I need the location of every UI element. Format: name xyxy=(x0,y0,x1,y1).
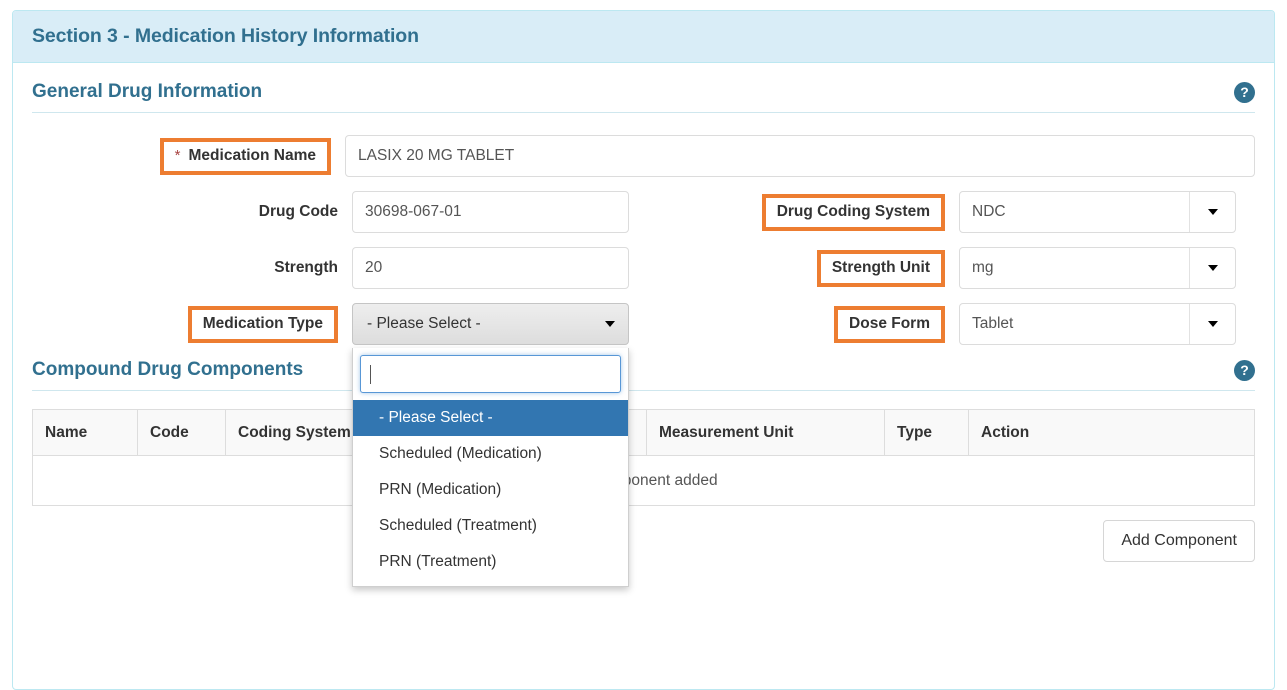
chevron-down-icon-medication-type xyxy=(605,321,615,327)
table-body: No component added xyxy=(33,456,1255,506)
medication-type-search-input[interactable] xyxy=(360,355,621,393)
drug-coding-system-value: NDC xyxy=(960,192,1189,232)
label-cell-strength-unit: Strength Unit xyxy=(629,247,959,289)
label-drug-code: Drug Code xyxy=(259,203,338,221)
dropdown-option-scheduled-medication[interactable]: Scheduled (Medication) xyxy=(353,436,628,472)
medication-type-value: - Please Select - xyxy=(367,315,481,333)
add-component-button[interactable]: Add Component xyxy=(1103,520,1255,562)
control-cell-medication-name: LASIX 20 MG TABLET xyxy=(345,135,1255,177)
highlight-box-medication-type: Medication Type xyxy=(188,306,338,343)
form-row-medication-name: * Medication Name LASIX 20 MG TABLET xyxy=(32,135,1255,177)
control-cell-dose-form: Tablet xyxy=(959,303,1236,345)
dropdown-option-prn-medication[interactable]: PRN (Medication) xyxy=(353,472,628,508)
column-header-type: Type xyxy=(885,410,969,456)
control-cell-medication-type: - Please Select - - Please Select - Sche… xyxy=(352,303,629,345)
dropdown-option-prn-treatment[interactable]: PRN (Treatment) xyxy=(353,544,628,580)
label-cell-dose-form: Dose Form xyxy=(629,303,959,345)
table-row-empty: No component added xyxy=(33,456,1255,506)
medication-type-dropdown-panel: - Please Select - Scheduled (Medication)… xyxy=(352,348,629,587)
medication-type-dropdown-button[interactable]: - Please Select - xyxy=(352,303,629,345)
label-cell-strength: Strength xyxy=(32,247,352,289)
strength-unit-select[interactable]: mg xyxy=(959,247,1236,289)
control-cell-strength-unit: mg xyxy=(959,247,1236,289)
drug-coding-system-select[interactable]: NDC xyxy=(959,191,1236,233)
form-row-drug-code: Drug Code 30698-067-01 Drug Coding Syste… xyxy=(32,191,1255,233)
chevron-down-icon-strength-unit[interactable] xyxy=(1189,248,1235,288)
column-header-code: Code xyxy=(138,410,226,456)
control-cell-drug-code: 30698-067-01 xyxy=(352,191,629,233)
control-cell-strength: 20 xyxy=(352,247,629,289)
label-cell-medication-type: Medication Type xyxy=(32,303,352,345)
column-header-name: Name xyxy=(33,410,138,456)
required-asterisk-medication-name: * xyxy=(175,148,181,163)
label-cell-medication-name: * Medication Name xyxy=(32,135,345,177)
column-header-measurement-unit: Measurement Unit xyxy=(647,410,885,456)
label-cell-drug-coding-system: Drug Coding System xyxy=(629,191,959,233)
medication-history-panel: Section 3 - Medication History Informati… xyxy=(12,10,1275,690)
highlight-box-strength-unit: Strength Unit xyxy=(817,250,945,287)
label-strength: Strength xyxy=(274,259,338,277)
dose-form-select[interactable]: Tablet xyxy=(959,303,1236,345)
strength-input[interactable]: 20 xyxy=(352,247,629,289)
section-compound-drug-components-header: Compound Drug Components ? xyxy=(32,359,1255,391)
section-title-general-drug-information: General Drug Information xyxy=(32,81,262,103)
panel-body: General Drug Information ? * Medication … xyxy=(13,63,1274,562)
chevron-down-icon-drug-coding-system[interactable] xyxy=(1189,192,1235,232)
highlight-box-dose-form: Dose Form xyxy=(834,306,945,343)
medication-name-input[interactable]: LASIX 20 MG TABLET xyxy=(345,135,1255,177)
drug-code-input[interactable]: 30698-067-01 xyxy=(352,191,629,233)
table-head: Name Code Coding System Amount / Quantit… xyxy=(33,410,1255,456)
strength-unit-value: mg xyxy=(960,248,1189,288)
help-circle-icon-general[interactable]: ? xyxy=(1234,82,1255,103)
components-table-wrap: Name Code Coding System Amount / Quantit… xyxy=(32,409,1255,506)
label-medication-name: Medication Name xyxy=(189,147,316,165)
column-header-action: Action xyxy=(969,410,1255,456)
dose-form-value: Tablet xyxy=(960,304,1189,344)
page-title: Section 3 - Medication History Informati… xyxy=(32,25,419,48)
panel-heading: Section 3 - Medication History Informati… xyxy=(13,11,1274,63)
table-header-row: Name Code Coding System Amount / Quantit… xyxy=(33,410,1255,456)
dropdown-option-scheduled-treatment[interactable]: Scheduled (Treatment) xyxy=(353,508,628,544)
table-footer-actions: Add Component xyxy=(32,506,1255,562)
dropdown-option-please-select[interactable]: - Please Select - xyxy=(353,400,628,436)
dropdown-search-wrap xyxy=(353,355,628,400)
empty-table-message: No component added xyxy=(33,456,1255,506)
highlight-box-drug-coding-system: Drug Coding System xyxy=(762,194,945,231)
section-title-compound-drug-components: Compound Drug Components xyxy=(32,359,303,381)
chevron-down-icon-dose-form[interactable] xyxy=(1189,304,1235,344)
form-row-strength: Strength 20 Strength Unit mg xyxy=(32,247,1255,289)
section-general-drug-information-header: General Drug Information ? xyxy=(32,81,1255,113)
highlight-box-medication-name: * Medication Name xyxy=(160,138,331,175)
control-cell-drug-coding-system: NDC xyxy=(959,191,1236,233)
label-cell-drug-code: Drug Code xyxy=(32,191,352,233)
form-row-medication-type: Medication Type - Please Select - - Plea… xyxy=(32,303,1255,345)
compound-drug-components-table: Name Code Coding System Amount / Quantit… xyxy=(32,409,1255,506)
help-circle-icon-components[interactable]: ? xyxy=(1234,360,1255,381)
